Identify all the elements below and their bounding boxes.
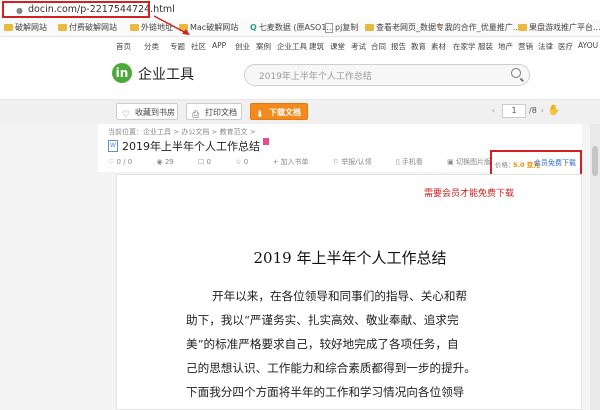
annotation-arrow [153, 15, 190, 35]
vertical-scrollbar[interactable] [590, 124, 600, 410]
scrollbar-thumb[interactable] [592, 146, 598, 176]
